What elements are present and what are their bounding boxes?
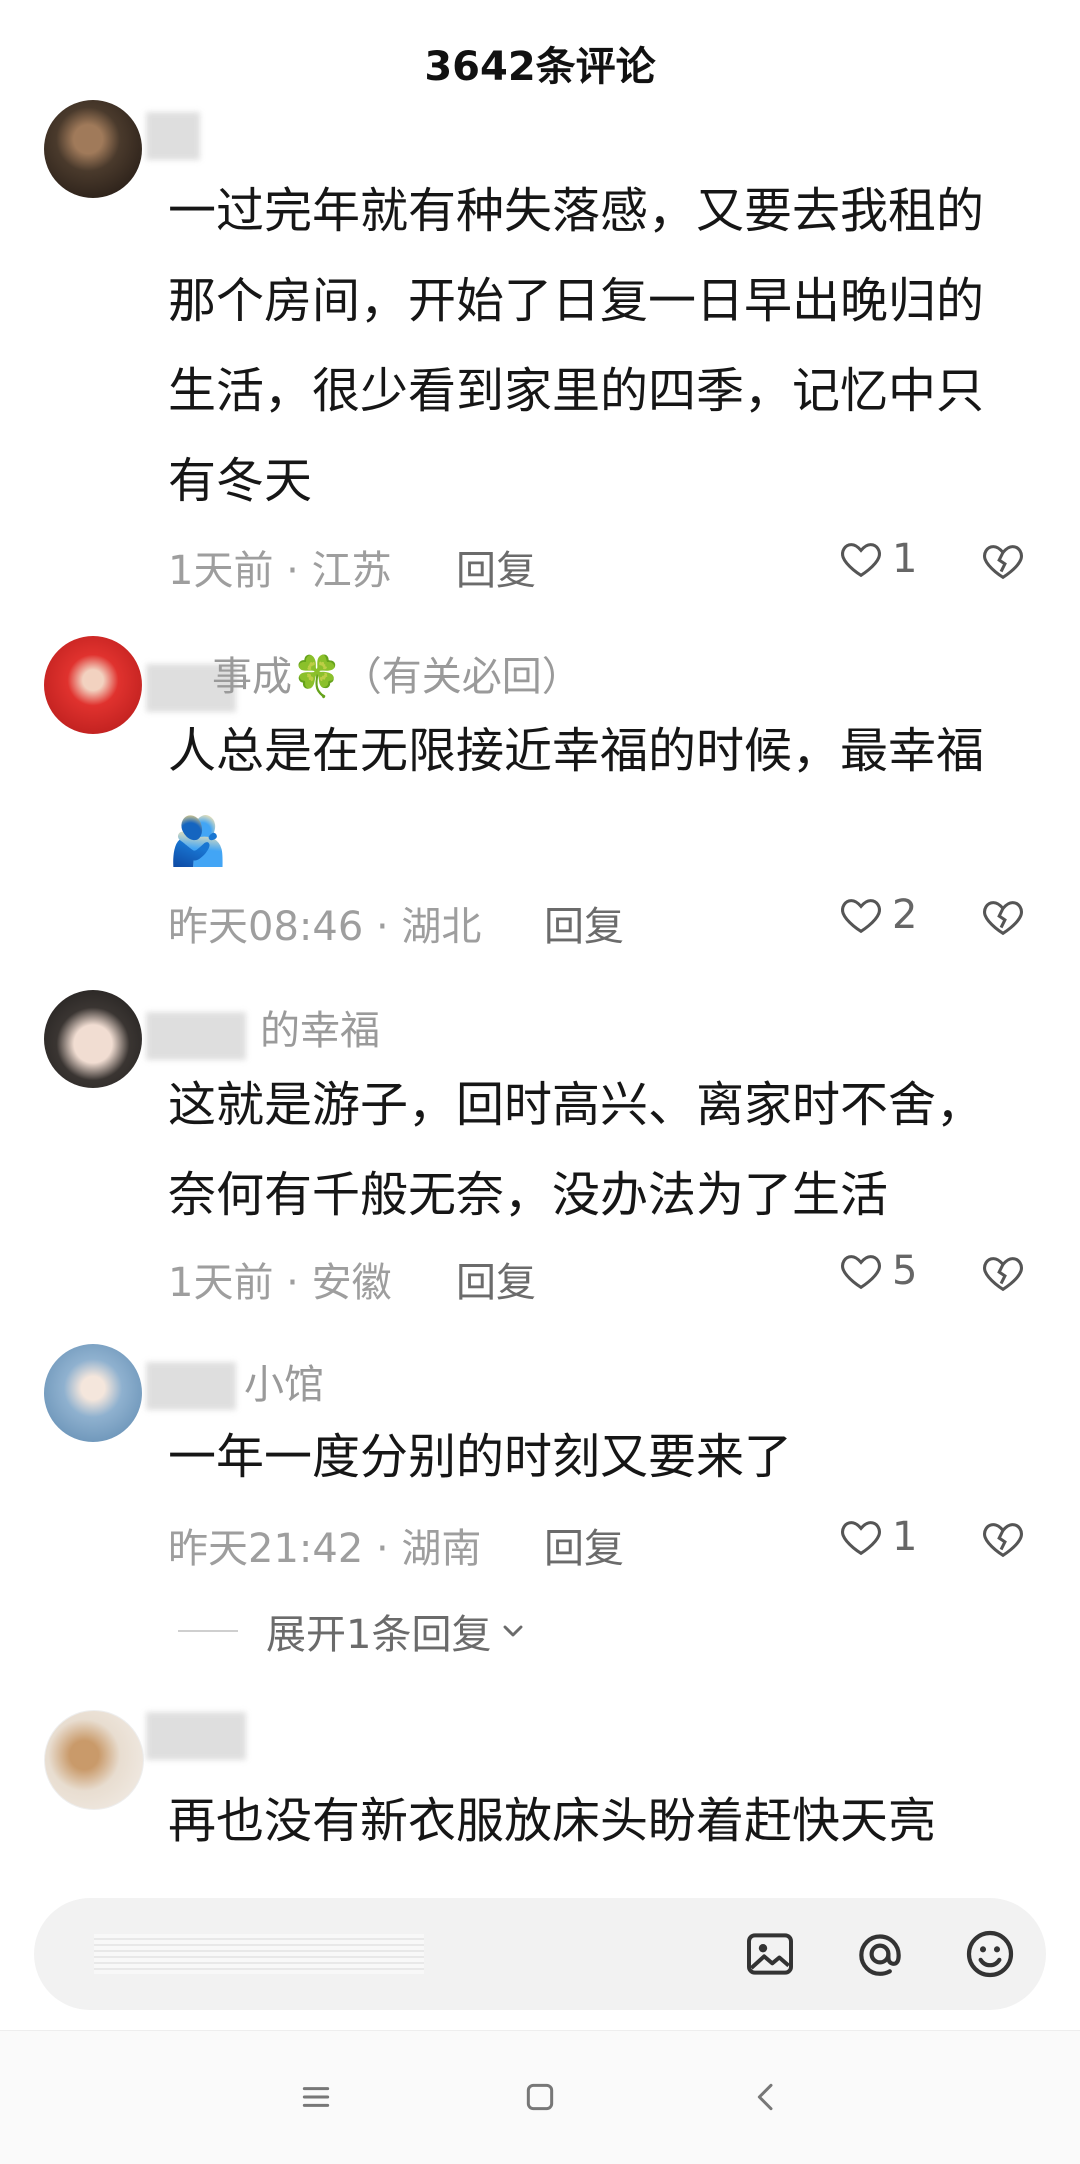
comment-text: 这就是游子，回时高兴、离家时不舍，奈何有千般无奈，没办法为了生活 <box>168 1077 985 1223</box>
chevron-down-icon <box>503 1625 523 1637</box>
dislike-button[interactable] <box>980 894 1026 944</box>
expand-replies-label: 展开1条回复 <box>266 1612 492 1658</box>
input-placeholder <box>94 1934 424 1974</box>
comment-meta: 1天前 · 江苏 <box>168 548 392 594</box>
divider <box>178 1630 238 1632</box>
broken-heart-icon <box>983 901 1023 936</box>
back-icon[interactable] <box>746 2077 786 2117</box>
home-icon[interactable] <box>520 2077 560 2117</box>
like-button[interactable]: 1 <box>838 1514 917 1560</box>
username[interactable]: 的幸福 <box>260 998 380 1056</box>
reply-button[interactable]: 回复 <box>544 894 624 952</box>
dislike-button[interactable] <box>980 1516 1026 1566</box>
like-button[interactable]: 2 <box>838 892 917 938</box>
username-blurred <box>146 1012 246 1060</box>
dislike-button[interactable] <box>980 538 1026 588</box>
at-icon[interactable] <box>852 1926 908 1982</box>
reply-button[interactable]: 回复 <box>544 1516 624 1574</box>
comment-text: 再也没有新衣服放床头盼着赶快天亮 <box>168 1793 937 1849</box>
heart-icon <box>841 543 881 578</box>
reply-button[interactable]: 回复 <box>456 538 536 596</box>
comment-meta: 1天前 · 安徽 <box>168 1260 392 1306</box>
broken-heart-icon <box>983 1523 1023 1558</box>
comment-text: 人总是在无限接近幸福的时候，最幸福🫂 <box>168 723 985 869</box>
page-title: 3642条评论 <box>424 43 656 90</box>
avatar[interactable] <box>44 636 142 734</box>
like-button[interactable]: 1 <box>838 536 917 582</box>
comment-input[interactable] <box>34 1898 1046 2010</box>
avatar[interactable] <box>44 1710 144 1810</box>
menu-icon[interactable] <box>296 2077 336 2117</box>
avatar[interactable] <box>44 1344 142 1442</box>
comment-meta: 昨天21:42 · 湖南 <box>168 1526 482 1572</box>
username[interactable]: 小馆 <box>244 1352 324 1410</box>
comment-meta: 昨天08:46 · 湖北 <box>168 904 482 950</box>
like-button[interactable]: 5 <box>838 1248 917 1294</box>
username-blurred <box>146 1712 246 1760</box>
broken-heart-icon <box>983 1257 1023 1292</box>
like-count: 2 <box>892 892 918 938</box>
broken-heart-icon <box>983 545 1023 580</box>
like-count: 5 <box>892 1248 918 1294</box>
expand-replies-button[interactable]: 展开1条回复 <box>178 1602 529 1660</box>
image-icon[interactable] <box>742 1926 798 1982</box>
heart-icon <box>841 1255 881 1290</box>
like-count: 1 <box>892 1514 918 1560</box>
username-blurred <box>146 1362 236 1410</box>
comment-text: 一年一度分别的时刻又要来了 <box>168 1429 793 1485</box>
comment-text: 一过完年就有种失落感，又要去我租的那个房间，开始了日复一日早出晚归的生活，很少看… <box>168 183 985 509</box>
avatar[interactable] <box>44 100 142 198</box>
emoji-icon[interactable] <box>962 1926 1018 1982</box>
system-nav-bar <box>0 2030 1080 2164</box>
username[interactable]: 事成🍀（有关必回） <box>212 644 582 702</box>
like-count: 1 <box>892 536 918 582</box>
dislike-button[interactable] <box>980 1250 1026 1300</box>
username-blurred <box>146 112 200 160</box>
heart-icon <box>841 1521 881 1556</box>
reply-button[interactable]: 回复 <box>456 1250 536 1308</box>
avatar[interactable] <box>44 990 142 1088</box>
heart-icon <box>841 899 881 934</box>
